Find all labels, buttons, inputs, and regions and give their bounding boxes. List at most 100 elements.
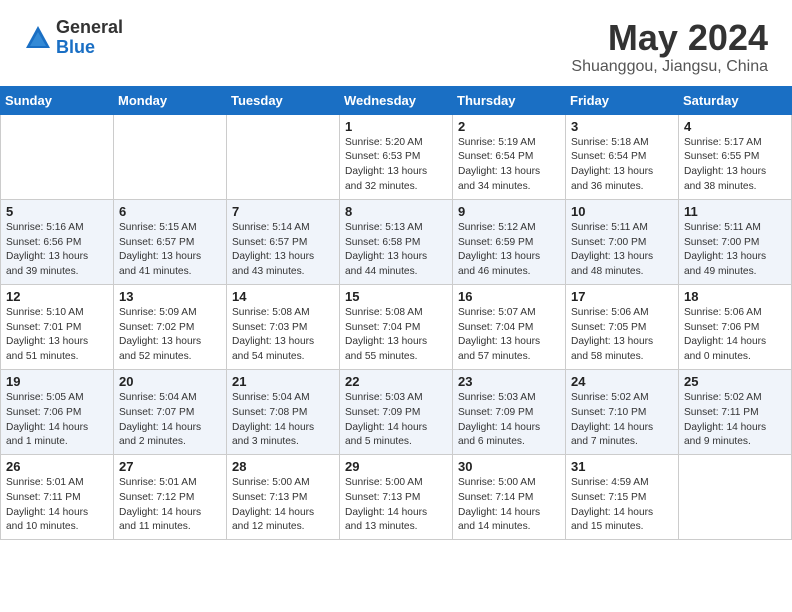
- calendar-cell: 7Sunrise: 5:14 AM Sunset: 6:57 PM Daylig…: [227, 199, 340, 284]
- calendar-cell: 4Sunrise: 5:17 AM Sunset: 6:55 PM Daylig…: [679, 114, 792, 199]
- calendar-table: SundayMondayTuesdayWednesdayThursdayFrid…: [0, 86, 792, 541]
- day-info: Sunrise: 5:05 AM Sunset: 7:06 PM Dayligh…: [6, 391, 108, 450]
- logo-icon: [24, 24, 52, 52]
- day-number: 8: [345, 204, 447, 219]
- calendar-cell: 12Sunrise: 5:10 AM Sunset: 7:01 PM Dayli…: [1, 284, 114, 369]
- day-number: 7: [232, 204, 334, 219]
- day-info: Sunrise: 4:59 AM Sunset: 7:15 PM Dayligh…: [571, 476, 673, 535]
- day-info: Sunrise: 5:20 AM Sunset: 6:53 PM Dayligh…: [345, 136, 447, 195]
- day-info: Sunrise: 5:11 AM Sunset: 7:00 PM Dayligh…: [684, 221, 786, 280]
- day-info: Sunrise: 5:07 AM Sunset: 7:04 PM Dayligh…: [458, 306, 560, 365]
- page-header: General Blue May 2024 Shuanggou, Jiangsu…: [0, 0, 792, 86]
- calendar-week-1: 1 Sunrise: 5:20 AM Sunset: 6:53 PM Daylig…: [1, 114, 792, 199]
- day-info: Sunrise: 5:03 AM Sunset: 7:09 PM Dayligh…: [345, 391, 447, 450]
- day-info: Sunrise: 5:01 AM Sunset: 7:11 PM Dayligh…: [6, 476, 108, 535]
- day-number: 31: [571, 459, 673, 474]
- day-info: Sunrise: 5:03 AM Sunset: 7:09 PM Dayligh…: [458, 391, 560, 450]
- day-number: 5: [6, 204, 108, 219]
- day-number: 3: [571, 119, 673, 134]
- calendar-cell: 30 Sunrise: 5:00 AM Sunset: 7:14 PM Dayli…: [453, 455, 566, 540]
- calendar-week-4: 19 Sunrise: 5:05 AM Sunset: 7:06 PM Dayli…: [1, 369, 792, 454]
- day-number: 22: [345, 374, 447, 389]
- weekday-header-row: SundayMondayTuesdayWednesdayThursdayFrid…: [1, 86, 792, 114]
- calendar-cell: 5 Sunrise: 5:16 AM Sunset: 6:56 PM Daylig…: [1, 199, 114, 284]
- calendar-cell: 3Sunrise: 5:18 AM Sunset: 6:54 PM Daylig…: [566, 114, 679, 199]
- calendar-cell: 21Sunrise: 5:04 AM Sunset: 7:08 PM Dayli…: [227, 369, 340, 454]
- day-info: Sunrise: 5:01 AM Sunset: 7:12 PM Dayligh…: [119, 476, 221, 535]
- day-info: Sunrise: 5:08 AM Sunset: 7:04 PM Dayligh…: [345, 306, 447, 365]
- calendar-cell: 24 Sunrise: 5:02 AM Sunset: 7:10 PM Dayli…: [566, 369, 679, 454]
- title-block: May 2024 Shuanggou, Jiangsu, China: [571, 18, 768, 76]
- calendar-body: 1 Sunrise: 5:20 AM Sunset: 6:53 PM Daylig…: [1, 114, 792, 540]
- day-info: Sunrise: 5:00 AM Sunset: 7:13 PM Dayligh…: [232, 476, 334, 535]
- day-number: 6: [119, 204, 221, 219]
- calendar-cell: 23 Sunrise: 5:03 AM Sunset: 7:09 PM Dayli…: [453, 369, 566, 454]
- calendar-week-5: 26 Sunrise: 5:01 AM Sunset: 7:11 PM Dayli…: [1, 455, 792, 540]
- day-number: 1: [345, 119, 447, 134]
- day-info: Sunrise: 5:16 AM Sunset: 6:56 PM Dayligh…: [6, 221, 108, 280]
- calendar-cell: 19 Sunrise: 5:05 AM Sunset: 7:06 PM Dayli…: [1, 369, 114, 454]
- logo-blue: Blue: [56, 38, 123, 58]
- logo: General Blue: [24, 18, 123, 58]
- calendar-cell: 17Sunrise: 5:06 AM Sunset: 7:05 PM Dayli…: [566, 284, 679, 369]
- calendar-cell: [679, 455, 792, 540]
- calendar-header: SundayMondayTuesdayWednesdayThursdayFrid…: [1, 86, 792, 114]
- calendar-cell: [1, 114, 114, 199]
- calendar-cell: 25 Sunrise: 5:02 AM Sunset: 7:11 PM Dayli…: [679, 369, 792, 454]
- weekday-header-sunday: Sunday: [1, 86, 114, 114]
- day-info: Sunrise: 5:11 AM Sunset: 7:00 PM Dayligh…: [571, 221, 673, 280]
- day-number: 27: [119, 459, 221, 474]
- day-number: 23: [458, 374, 560, 389]
- month-year-title: May 2024: [571, 18, 768, 58]
- day-info: Sunrise: 5:09 AM Sunset: 7:02 PM Dayligh…: [119, 306, 221, 365]
- day-info: Sunrise: 5:04 AM Sunset: 7:08 PM Dayligh…: [232, 391, 334, 450]
- day-info: Sunrise: 5:04 AM Sunset: 7:07 PM Dayligh…: [119, 391, 221, 450]
- calendar-cell: 6 Sunrise: 5:15 AM Sunset: 6:57 PM Daylig…: [114, 199, 227, 284]
- calendar-cell: 22 Sunrise: 5:03 AM Sunset: 7:09 PM Dayli…: [340, 369, 453, 454]
- calendar-cell: 1 Sunrise: 5:20 AM Sunset: 6:53 PM Daylig…: [340, 114, 453, 199]
- logo-text: General Blue: [56, 18, 123, 58]
- day-number: 9: [458, 204, 560, 219]
- day-number: 25: [684, 374, 786, 389]
- logo-general: General: [56, 18, 123, 38]
- day-number: 29: [345, 459, 447, 474]
- calendar-week-2: 5 Sunrise: 5:16 AM Sunset: 6:56 PM Daylig…: [1, 199, 792, 284]
- calendar-cell: 18Sunrise: 5:06 AM Sunset: 7:06 PM Dayli…: [679, 284, 792, 369]
- day-info: Sunrise: 5:12 AM Sunset: 6:59 PM Dayligh…: [458, 221, 560, 280]
- day-number: 14: [232, 289, 334, 304]
- day-number: 20: [119, 374, 221, 389]
- day-info: Sunrise: 5:10 AM Sunset: 7:01 PM Dayligh…: [6, 306, 108, 365]
- weekday-header-friday: Friday: [566, 86, 679, 114]
- day-info: Sunrise: 5:02 AM Sunset: 7:10 PM Dayligh…: [571, 391, 673, 450]
- day-info: Sunrise: 5:08 AM Sunset: 7:03 PM Dayligh…: [232, 306, 334, 365]
- day-info: Sunrise: 5:00 AM Sunset: 7:14 PM Dayligh…: [458, 476, 560, 535]
- calendar-cell: 29 Sunrise: 5:00 AM Sunset: 7:13 PM Dayli…: [340, 455, 453, 540]
- day-info: Sunrise: 5:13 AM Sunset: 6:58 PM Dayligh…: [345, 221, 447, 280]
- calendar-cell: 8 Sunrise: 5:13 AM Sunset: 6:58 PM Daylig…: [340, 199, 453, 284]
- day-info: Sunrise: 5:00 AM Sunset: 7:13 PM Dayligh…: [345, 476, 447, 535]
- day-number: 2: [458, 119, 560, 134]
- calendar-cell: 16Sunrise: 5:07 AM Sunset: 7:04 PM Dayli…: [453, 284, 566, 369]
- day-number: 26: [6, 459, 108, 474]
- calendar-cell: 26 Sunrise: 5:01 AM Sunset: 7:11 PM Dayli…: [1, 455, 114, 540]
- day-info: Sunrise: 5:15 AM Sunset: 6:57 PM Dayligh…: [119, 221, 221, 280]
- weekday-header-tuesday: Tuesday: [227, 86, 340, 114]
- day-number: 19: [6, 374, 108, 389]
- day-number: 10: [571, 204, 673, 219]
- day-number: 17: [571, 289, 673, 304]
- day-number: 28: [232, 459, 334, 474]
- weekday-header-thursday: Thursday: [453, 86, 566, 114]
- calendar-week-3: 12Sunrise: 5:10 AM Sunset: 7:01 PM Dayli…: [1, 284, 792, 369]
- day-number: 30: [458, 459, 560, 474]
- location-subtitle: Shuanggou, Jiangsu, China: [571, 58, 768, 76]
- calendar-cell: [114, 114, 227, 199]
- calendar-cell: 10 Sunrise: 5:11 AM Sunset: 7:00 PM Dayli…: [566, 199, 679, 284]
- day-number: 18: [684, 289, 786, 304]
- day-info: Sunrise: 5:02 AM Sunset: 7:11 PM Dayligh…: [684, 391, 786, 450]
- calendar-cell: 9 Sunrise: 5:12 AM Sunset: 6:59 PM Daylig…: [453, 199, 566, 284]
- calendar-cell: 31 Sunrise: 4:59 AM Sunset: 7:15 PM Dayli…: [566, 455, 679, 540]
- day-number: 24: [571, 374, 673, 389]
- day-number: 11: [684, 204, 786, 219]
- calendar-cell: 20 Sunrise: 5:04 AM Sunset: 7:07 PM Dayli…: [114, 369, 227, 454]
- calendar-cell: 15Sunrise: 5:08 AM Sunset: 7:04 PM Dayli…: [340, 284, 453, 369]
